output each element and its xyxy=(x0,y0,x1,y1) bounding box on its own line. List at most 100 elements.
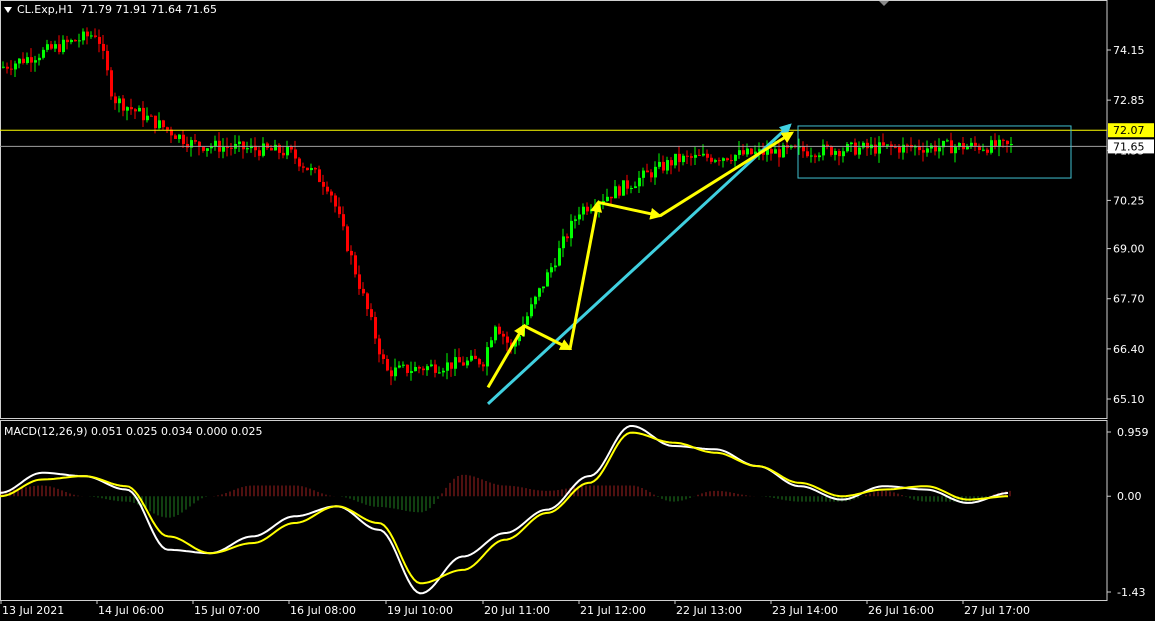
candle-bull xyxy=(554,265,557,268)
wave-arrow xyxy=(659,131,795,218)
candle-bear xyxy=(194,140,197,142)
candle-bear xyxy=(98,36,101,44)
candle-bear xyxy=(174,135,177,139)
candle-bear xyxy=(806,151,809,157)
candle-bear xyxy=(802,146,805,152)
wave-arrow xyxy=(486,323,526,389)
candle-bear xyxy=(894,146,897,148)
candle-bull xyxy=(562,236,565,249)
candle-bear xyxy=(370,309,373,318)
candle-bear xyxy=(882,142,885,146)
candle-bull xyxy=(774,149,777,154)
candle-bull xyxy=(542,286,545,289)
price-chart[interactable]: 74.1572.8571.5570.2569.0067.7066.4065.10… xyxy=(0,0,1155,621)
candle-bear xyxy=(770,149,773,154)
macd-tick-label: 0.959 xyxy=(1117,426,1149,439)
candle-bear xyxy=(906,144,909,146)
candle-bear xyxy=(690,156,693,158)
candle-bear xyxy=(322,181,325,187)
candle-bull xyxy=(850,142,853,145)
candle-bull xyxy=(454,357,457,369)
candle-bull xyxy=(666,160,669,171)
candle-bear xyxy=(750,148,753,155)
candle-bull xyxy=(846,144,849,152)
candle-bear xyxy=(706,153,709,158)
candle-bear xyxy=(362,288,365,294)
candle-bear xyxy=(290,146,293,150)
candle-bull xyxy=(574,219,577,221)
candle-bull xyxy=(654,166,657,178)
time-tick-label: 14 Jul 06:00 xyxy=(98,604,164,617)
candle-bear xyxy=(338,206,341,215)
candle-bull xyxy=(26,57,29,63)
candle-bull xyxy=(630,188,633,190)
candle-bull xyxy=(138,107,141,112)
wave-arrow xyxy=(568,199,603,350)
candle-bear xyxy=(374,317,377,339)
candle-bull xyxy=(606,196,609,202)
candle-bear xyxy=(506,336,509,343)
candle-bull xyxy=(966,146,969,150)
time-tick-label: 15 Jul 07:00 xyxy=(194,604,260,617)
candle-bull xyxy=(394,367,397,377)
candle-bear xyxy=(390,370,393,377)
candle-bear xyxy=(478,358,481,365)
candle-bull xyxy=(2,66,5,68)
candle-bull xyxy=(634,186,637,189)
candle-bear xyxy=(450,362,453,369)
price-tick-label: 69.00 xyxy=(1113,243,1145,256)
candle-bear xyxy=(330,191,333,196)
time-tick-label: 26 Jul 16:00 xyxy=(868,604,934,617)
candle-bear xyxy=(482,364,485,367)
macd-tick-label: -1.43 xyxy=(1117,586,1145,599)
candle-bear xyxy=(134,109,137,112)
candle-bear xyxy=(406,364,409,373)
candle-bull xyxy=(746,148,749,155)
candle-bear xyxy=(94,35,97,37)
candle-bear xyxy=(350,250,353,256)
time-tick-label: 20 Jul 11:00 xyxy=(484,604,550,617)
candle-bear xyxy=(422,368,425,371)
candle-bear xyxy=(498,326,501,334)
wave-arrow xyxy=(597,200,663,220)
candle-bear xyxy=(922,150,925,153)
candle-bear xyxy=(86,31,89,37)
candle-bull xyxy=(694,154,697,158)
candle-bull xyxy=(118,98,121,104)
price-tick-label: 70.25 xyxy=(1113,194,1145,207)
candle-bull xyxy=(738,150,741,155)
price-label-71.65: 71.65 xyxy=(1113,140,1145,153)
candle-bear xyxy=(30,57,33,63)
candle-bull xyxy=(78,40,81,42)
candle-bear xyxy=(1006,140,1009,145)
candle-bear xyxy=(686,155,689,157)
candle-bear xyxy=(386,358,389,371)
candle-bear xyxy=(298,158,301,167)
candle-bull xyxy=(222,146,225,152)
time-tick-label: 21 Jul 12:00 xyxy=(580,604,646,617)
macd-signal-line xyxy=(0,431,1009,585)
price-tick-label: 66.40 xyxy=(1113,343,1145,356)
candle-bear xyxy=(650,172,653,178)
candle-bear xyxy=(182,134,185,144)
candle-bear xyxy=(318,169,321,182)
candle-bull xyxy=(90,35,93,37)
candle-bear xyxy=(726,158,729,161)
candle-bull xyxy=(442,370,445,373)
price-tick-label: 67.70 xyxy=(1113,293,1145,306)
candle-bear xyxy=(66,39,69,43)
candle-bull xyxy=(430,364,433,367)
candle-bull xyxy=(466,360,469,366)
price-pane-frame xyxy=(0,0,1108,419)
candle-bull xyxy=(54,44,57,49)
candle-bear xyxy=(646,170,649,173)
candle-bull xyxy=(426,366,429,371)
price-tick-label: 72.85 xyxy=(1113,94,1145,107)
candle-bear xyxy=(502,333,505,337)
candle-bull xyxy=(642,170,645,178)
candle-bull xyxy=(614,186,617,199)
candle-bull xyxy=(558,248,561,266)
candle-bear xyxy=(74,39,77,42)
candle-bull xyxy=(206,148,209,151)
candle-bull xyxy=(490,340,493,348)
